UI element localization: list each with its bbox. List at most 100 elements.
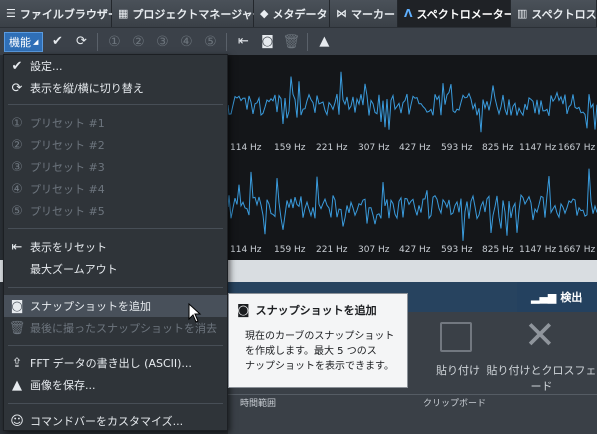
tab-bar: ☰ ファイルブラウザー ▦ プロジェクトマネージャー ◆ メタデータ ⋈ マーカ… [0,0,597,27]
freq-label: 114 Hz [230,143,262,153]
tab-spectroscope[interactable]: ▥ スペクトロスコ [511,0,597,27]
menu-label: プリセット #5 [30,205,105,218]
settings-check-icon[interactable]: ✔ [47,32,67,52]
menu-label: プリセット #2 [30,139,105,152]
tab-label: メタデータ [272,7,328,21]
function-label: 機能 [9,35,31,49]
menu-item-reset-view[interactable]: ⇤ 表示をリセット [4,236,227,258]
menu-item-settings[interactable]: ✔ 設定... [4,55,227,77]
menu-separator [8,287,223,288]
paste-label: 貼り付け [436,364,480,377]
freq-label: 593 Hz [441,143,473,153]
preset-1-icon: ① [11,115,23,131]
tab-metadata[interactable]: ◆ メタデータ [254,0,330,27]
trash-icon: 🗑 [8,320,26,336]
menu-label: プリセット #4 [30,183,105,196]
preset-5-icon[interactable]: ⑤ [200,32,220,52]
preset-1-icon[interactable]: ① [104,32,124,52]
camera-icon: ◙ [10,298,24,314]
preset-2-icon[interactable]: ② [128,32,148,52]
freq-label: 825 Hz [482,143,514,153]
frequency-axis-top: 114 Hz 159 Hz 221 Hz 307 Hz 427 Hz 593 H… [228,141,597,157]
paste-crossfade-button[interactable]: 貼り付けとクロスフェード [484,362,597,394]
tab-label: マーカー [351,7,395,21]
command-bar: 機能 ◢ ✔ ⟳ ① ② ③ ④ ⑤ ⇤ ◙ 🗑 ▲ [0,28,597,55]
freq-label: 1667 Hz [558,245,596,255]
function-menu-button[interactable]: 機能 ◢ [4,31,44,52]
menu-separator [8,403,223,404]
preset-5-icon: ⑤ [11,203,23,219]
camera-icon[interactable]: ◙ [257,32,277,52]
menu-item-preset-3[interactable]: ③ プリセット #3 [4,156,227,178]
reset-view-icon[interactable]: ⇤ [233,32,253,52]
freq-label: 825 Hz [482,245,514,255]
detect-tab[interactable]: ▂▄▆ 検出 [517,282,597,312]
freq-label: 307 Hz [358,245,390,255]
tooltip-line: ナップショットを表示できます。 [245,361,394,372]
spectrum-plot-right [228,168,597,241]
rotate-icon[interactable]: ⟳ [71,32,91,52]
export-icon: ⇪ [11,355,23,371]
tag-icon: ◆ [260,7,269,20]
spectrometer-icon: Λ [404,7,413,20]
freq-label: 159 Hz [274,143,306,153]
menu-item-preset-4[interactable]: ④ プリセット #4 [4,178,227,200]
detect-label: 検出 [560,291,583,304]
freq-label: 593 Hz [441,245,473,255]
freq-label: 1147 Hz [519,245,557,255]
menu-item-max-zoom-out[interactable]: 最大ズームアウト [4,258,227,280]
tooltip-body: 現在のカーブのスナップショット を作成します。最大 5 つのス ナップショットを… [237,329,399,374]
menu-item-customize-commandbar[interactable]: ☺ コマンドバーをカスタマイズ... [4,410,227,432]
menu-item-preset-5[interactable]: ⑤ プリセット #5 [4,200,227,222]
grid-icon: ▦ [118,7,129,20]
check-settings-icon: ✔ [11,58,23,74]
freq-label: 307 Hz [358,143,390,153]
menu-item-export-fft[interactable]: ⇪ FFT データの書き出し (ASCII)... [4,352,227,374]
menu-separator [8,104,223,105]
freq-label: 159 Hz [274,245,306,255]
menu-label: 画像を保存... [30,379,96,392]
menu-item-toggle-orientation[interactable]: ⟳ 表示を縦/横に切り替え [4,77,227,99]
freq-label: 221 Hz [316,143,348,153]
mouse-cursor-icon [188,303,202,323]
camera-icon: ◙ [237,302,250,318]
menu-label: プリセット #3 [30,161,105,174]
freq-label: 114 Hz [230,245,262,255]
menu-separator [8,228,223,229]
tab-label: スペクトロメーター [416,7,515,21]
paste-button[interactable]: 貼り付け [428,362,488,378]
time-range-label: 時間範囲 [240,399,277,409]
tooltip-line: 現在のカーブのスナップショット [245,331,395,342]
menu-item-save-image[interactable]: ▲ 画像を保存... [4,374,227,396]
tab-markers[interactable]: ⋈ マーカー [330,0,398,27]
preset-3-icon[interactable]: ③ [152,32,172,52]
ribbon-group-labels: 時間範囲 クリップボード [228,394,597,409]
user-settings-icon: ☺ [10,413,24,429]
preset-4-icon: ④ [11,181,23,197]
menu-label: スナップショットを追加 [30,300,151,313]
spectrum-plot-left [228,71,597,133]
menu-label: 設定... [30,60,63,73]
toolbar-separator [226,32,228,51]
bars-icon: ▥ [517,7,528,20]
tab-label: プロジェクトマネージャー [132,7,264,21]
tooltip-title: ◙ スナップショットを追加 [237,302,399,318]
tab-label: ファイルブラウザー [19,7,119,21]
menu-item-preset-2[interactable]: ② プリセット #2 [4,134,227,156]
paste-icon [440,322,472,352]
menu-item-preset-1[interactable]: ① プリセット #1 [4,112,227,134]
preset-4-icon[interactable]: ④ [176,32,196,52]
tab-project-manager[interactable]: ▦ プロジェクトマネージャー [112,0,264,27]
image-icon[interactable]: ▲ [314,32,334,52]
freq-label: 1147 Hz [519,143,557,153]
toolbar-separator [97,32,99,51]
tab-file-browser[interactable]: ☰ ファイルブラウザー [0,0,119,27]
spectrum-display[interactable]: 114 Hz 159 Hz 221 Hz 307 Hz 427 Hz 593 H… [228,55,597,260]
trash-icon[interactable]: 🗑 [281,32,301,52]
menu-separator [8,345,223,346]
preset-3-icon: ③ [11,159,23,175]
dropdown-arrow-icon: ◢ [33,37,39,46]
tab-spectrometer[interactable]: Λ スペクトロメーター [398,0,515,27]
toolbar-separator [307,32,309,51]
freq-label: 1667 Hz [558,143,596,153]
